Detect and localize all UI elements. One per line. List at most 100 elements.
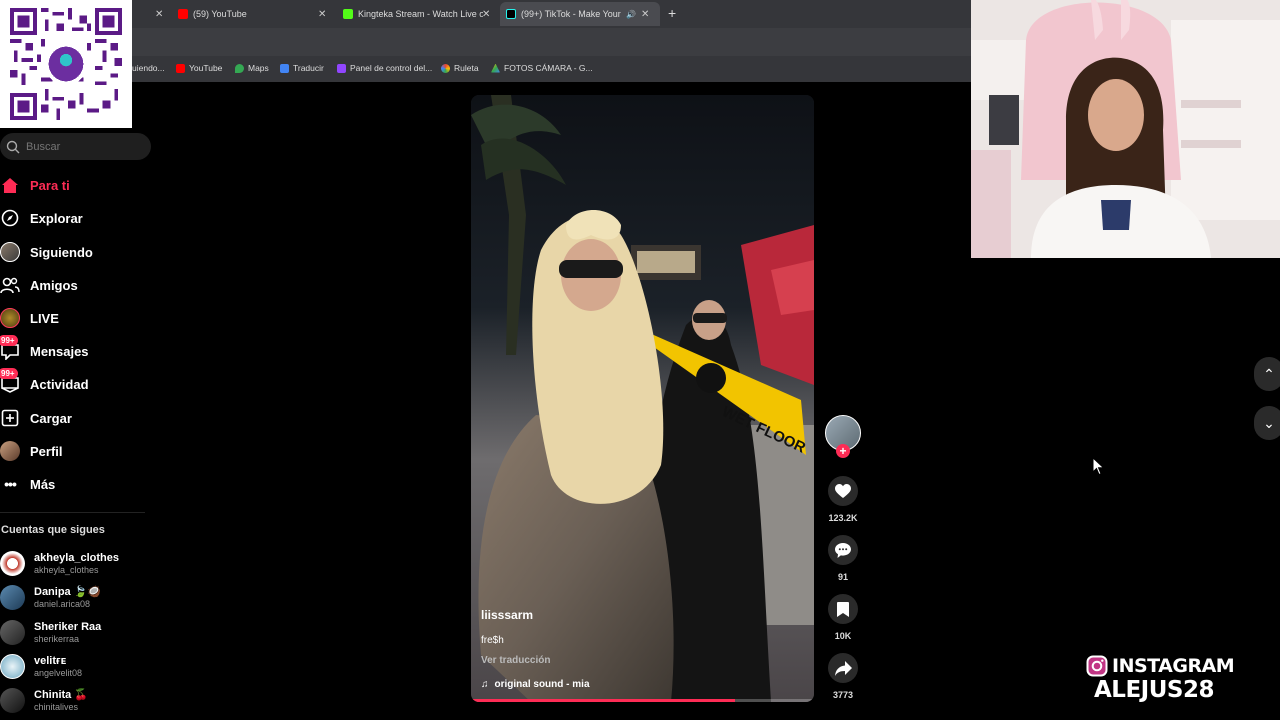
bookmarks-bar: uiendo... YouTube Maps Traducir Panel de… <box>0 56 971 82</box>
new-tab-button[interactable]: + <box>668 5 676 21</box>
account-handle: daniel.arica08 <box>34 598 91 609</box>
bookmark-item[interactable]: uiendo... <box>132 63 165 73</box>
avatar <box>0 551 25 576</box>
nav-label: Mensajes <box>30 343 89 359</box>
save-button[interactable] <box>828 594 858 624</box>
more-icon: ••• <box>4 476 17 492</box>
next-video-button[interactable]: ⌄ <box>1254 406 1280 440</box>
video-caption: fre$h <box>481 635 504 646</box>
following-account[interactable]: Chinita 🍒 chinitalives <box>0 688 88 713</box>
browser-tab-bar: ✕ (59) YouTube ✕ Kingteka Stream - Watch… <box>0 0 971 28</box>
music-note-icon: ♫ <box>481 679 489 690</box>
nav-label: Actividad <box>30 376 89 392</box>
nav-mensajes[interactable]: 99+ Mensajes <box>0 335 89 363</box>
nav-label: LIVE <box>30 310 59 326</box>
comment-button[interactable] <box>828 535 858 565</box>
following-account[interactable]: akheyla_clothes akheyla_clothes <box>0 551 119 576</box>
following-account[interactable]: velitғᴇ angelvelit08 <box>0 654 82 679</box>
bookmark-label: Panel de control del... <box>350 63 433 73</box>
tab-youtube[interactable]: (59) YouTube <box>178 4 247 24</box>
bookmark-drive[interactable]: FOTOS CÁMARA - G... <box>491 63 593 73</box>
webcam-overlay <box>971 0 1280 258</box>
nav-live[interactable]: LIVE <box>0 306 59 330</box>
webcam-image <box>971 0 1280 258</box>
save-count: 10K <box>834 631 852 641</box>
tab-close-button[interactable]: ✕ <box>482 4 490 24</box>
following-account[interactable]: Danipa 🍃🥥 daniel.arica08 <box>0 585 101 610</box>
address-bar[interactable]: n <box>0 28 971 56</box>
avatar <box>0 654 25 679</box>
account-handle: sherikerraa <box>34 633 80 644</box>
follow-plus-button[interactable]: + <box>836 444 850 458</box>
nav-siguiendo[interactable]: Siguiendo <box>0 240 93 264</box>
chevron-up-icon: ⌃ <box>1263 365 1275 382</box>
bookmark-label: Maps <box>248 63 269 73</box>
speaker-icon: 🔊 <box>626 9 636 19</box>
nav-label: Más <box>30 476 56 492</box>
search-input[interactable] <box>26 140 136 153</box>
tab-kick[interactable]: Kingteka Stream - Watch Live o <box>343 4 483 24</box>
tab-close-button[interactable]: ✕ <box>641 9 649 20</box>
following-account[interactable]: Sheriker Raa sherikerraa <box>0 620 101 645</box>
chevron-down-icon: ⌄ <box>1263 414 1275 431</box>
video-player[interactable]: WET FLOOR liisssarm fre$h Ver traducción… <box>471 95 814 702</box>
comment-count: 91 <box>837 572 848 582</box>
yape-qr-code <box>0 0 132 128</box>
upload-icon <box>0 408 20 428</box>
video-progress-bar[interactable] <box>471 699 814 702</box>
nav-cargar[interactable]: Cargar <box>0 406 72 430</box>
bookmark-maps[interactable]: Maps <box>235 63 269 73</box>
search-bar[interactable] <box>0 133 151 160</box>
profile-avatar-icon <box>0 441 20 461</box>
account-handle: akheyla_clothes <box>34 564 99 575</box>
bookmark-ruleta[interactable]: Ruleta <box>441 63 479 73</box>
messages-icon: 99+ <box>0 335 20 361</box>
live-avatar-icon <box>0 308 20 328</box>
bookmark-label: Ruleta <box>454 63 479 73</box>
tab-label: (99+) TikTok - Make Your Da <box>521 9 621 19</box>
tab-close-button[interactable]: ✕ <box>318 4 326 24</box>
share-button[interactable] <box>828 653 858 683</box>
home-icon <box>0 175 20 195</box>
screen: ✕ (59) YouTube ✕ Kingteka Stream - Watch… <box>0 0 1280 720</box>
nav-label: Explorar <box>30 210 83 226</box>
translate-link[interactable]: Ver traducción <box>481 655 550 666</box>
nav-mas[interactable]: ••• Más <box>0 472 55 496</box>
instagram-label: INSTAGRAM <box>1112 655 1235 677</box>
nav-amigos[interactable]: Amigos <box>0 273 78 297</box>
activity-icon: 99+ <box>0 368 20 394</box>
following-avatar-icon <box>0 242 20 262</box>
avatar <box>0 620 25 645</box>
bookmark-label: uiendo... <box>132 63 165 73</box>
divider <box>0 512 145 513</box>
nav-label: Siguiendo <box>30 244 93 260</box>
search-icon <box>6 140 20 153</box>
avatar <box>0 688 25 713</box>
nav-para-ti[interactable]: Para ti <box>0 173 70 197</box>
drive-icon <box>491 63 500 73</box>
sound-link[interactable]: ♫ original sound - mia <box>481 679 590 690</box>
tiktok-icon <box>506 9 516 19</box>
nav-explorar[interactable]: Explorar <box>0 206 83 230</box>
progress-fill <box>471 699 736 702</box>
bookmark-youtube[interactable]: YouTube <box>176 63 222 73</box>
nav-perfil[interactable]: Perfil <box>0 439 63 463</box>
nav-actividad[interactable]: 99+ Actividad <box>0 368 89 396</box>
nav-label: Amigos <box>30 277 78 293</box>
qr-code-image <box>10 8 122 120</box>
account-name: Danipa 🍃🥥 <box>34 585 102 598</box>
instagram-handle: ALEJUS28 <box>1094 677 1214 703</box>
video-username[interactable]: liisssarm <box>481 608 533 622</box>
tab-tiktok[interactable]: (99+) TikTok - Make Your Da 🔊 ✕ <box>500 2 660 26</box>
bookmark-translate[interactable]: Traducir <box>280 63 324 73</box>
bookmark-panel[interactable]: Panel de control del... <box>337 63 432 73</box>
sound-label: original sound - mia <box>494 679 590 690</box>
like-button[interactable] <box>828 476 858 506</box>
wheel-icon <box>441 63 450 73</box>
previous-video-button[interactable]: ⌃ <box>1254 357 1280 391</box>
like-count: 123.2K <box>828 513 858 523</box>
nav-label: Perfil <box>30 443 63 459</box>
heart-icon <box>835 483 851 498</box>
tab-close-button[interactable]: ✕ <box>155 4 163 24</box>
nav-label: Para ti <box>30 177 70 193</box>
